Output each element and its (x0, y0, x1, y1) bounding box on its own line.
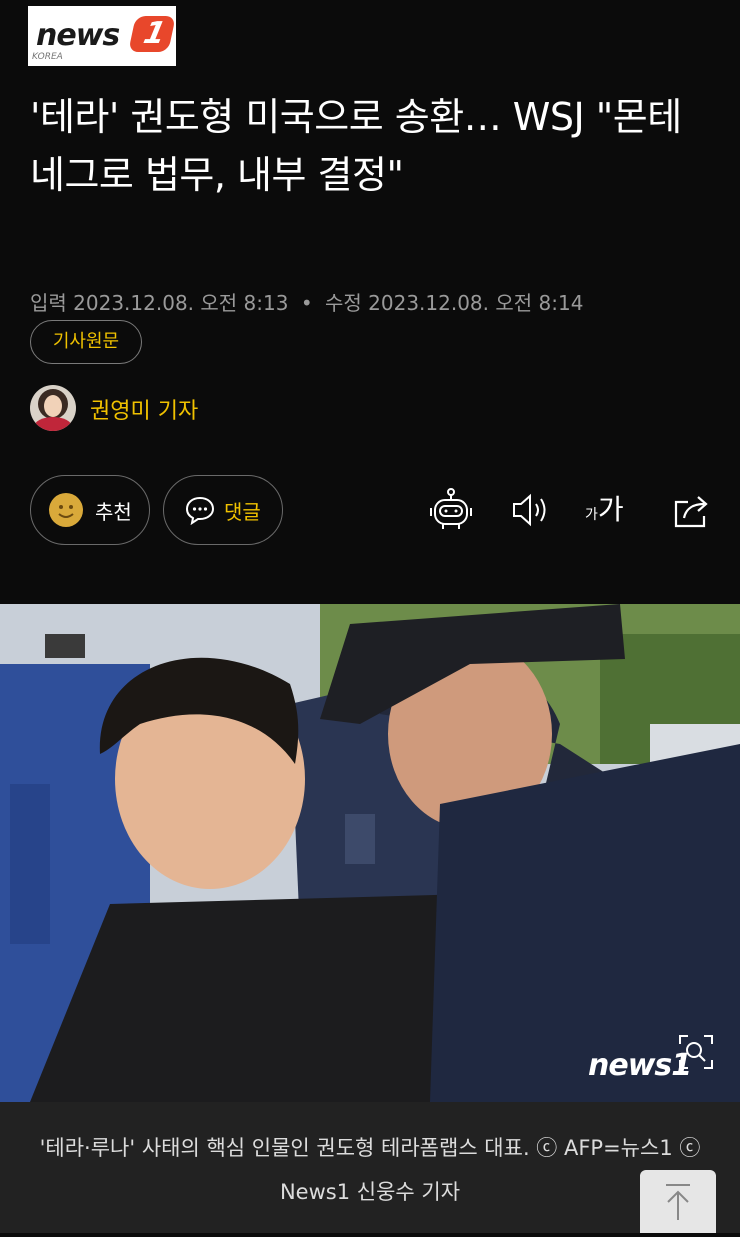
font-size-icon[interactable]: 가가 (585, 488, 635, 532)
like-label: 추천 (95, 500, 132, 524)
article-headline: '테라' 권도형 미국으로 송환… WSJ "몬테네그로 법무, 내부 결정" (30, 95, 682, 197)
reporter-avatar (30, 385, 76, 431)
comment-label: 댓글 (224, 500, 261, 524)
like-button[interactable]: 추천 (30, 475, 150, 545)
reporter-name[interactable]: 권영미 기자 (90, 393, 198, 425)
photo-caption: '테라·루나' 사태의 핵심 인물인 권도형 테라폼랩스 대표. ⓒ AFP=뉴… (0, 1102, 740, 1233)
scroll-to-top-button[interactable] (640, 1170, 716, 1233)
photo-caption-text: '테라·루나' 사태의 핵심 인물인 권도형 테라폼랩스 대표. ⓒ AFP=뉴… (39, 1136, 701, 1204)
speaker-icon[interactable] (510, 488, 556, 532)
logo-sub: KOREA (32, 52, 63, 62)
article-dates: 입력 2023.12.08. 오전 8:13 • 수정 2023.12.08. … (30, 287, 583, 316)
article-photo[interactable] (0, 604, 740, 1102)
robot-icon[interactable] (428, 488, 474, 532)
share-icon[interactable] (670, 488, 716, 532)
smile-icon (49, 493, 83, 527)
logo-badge: 1 (128, 16, 176, 52)
input-date: 입력 2023.12.08. 오전 8:13 (30, 291, 289, 315)
date-separator: • (300, 291, 313, 315)
modified-date: 수정 2023.12.08. 오전 8:14 (324, 291, 584, 315)
news1-logo[interactable]: news 1 KOREA (28, 6, 176, 66)
comment-button[interactable]: 댓글 (163, 475, 283, 545)
news1-watermark: news1 (588, 1048, 692, 1083)
logo-word: news (36, 18, 120, 53)
original-article-button[interactable]: 기사원문 (30, 320, 142, 364)
arrow-up-icon (666, 1184, 690, 1220)
comment-icon (184, 495, 216, 529)
